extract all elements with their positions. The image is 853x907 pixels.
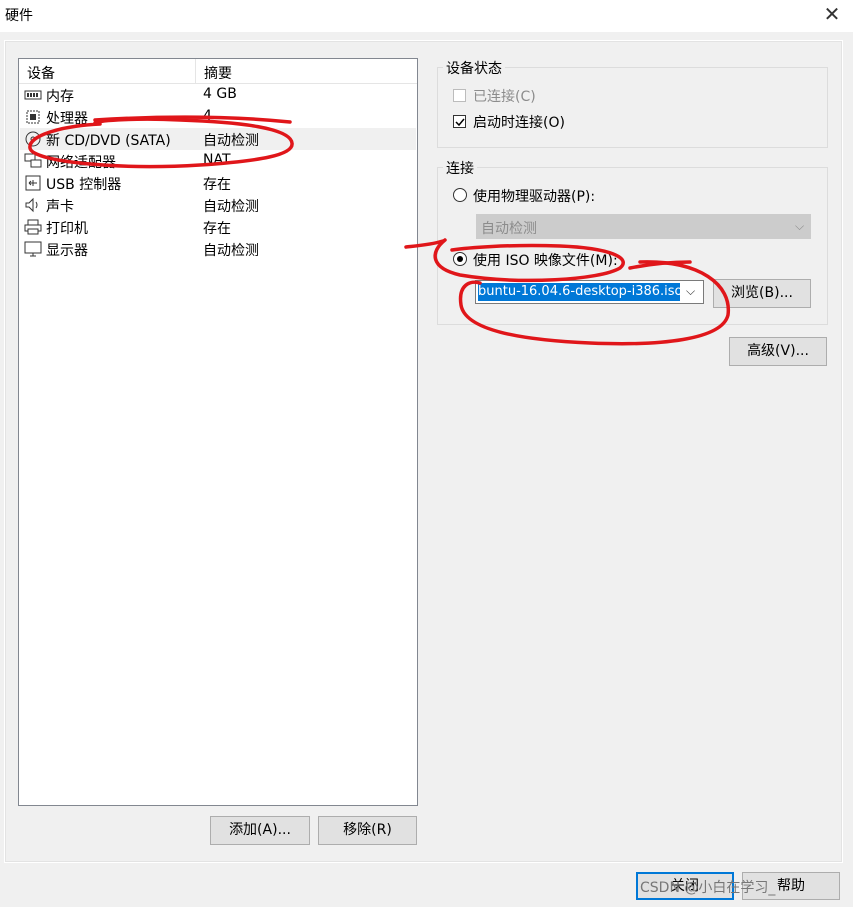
device-summary: 存在	[203, 177, 231, 193]
iso-path-combobox[interactable]: buntu-16.04.6-desktop-i386.iso ⌵	[475, 280, 704, 304]
device-name: 打印机	[46, 221, 88, 237]
device-list[interactable]: 设备 摘要 内存 4 GB 处理器 4 新 CD/DVD (SATA) 自动检测…	[18, 58, 418, 806]
device-summary: 自动检测	[203, 243, 259, 259]
iso-image-radio[interactable]	[453, 252, 467, 266]
display-icon	[24, 241, 42, 257]
connect-at-power-on-checkbox[interactable]	[453, 115, 466, 128]
connection-title: 连接	[443, 158, 477, 178]
physical-drive-radio[interactable]	[453, 188, 467, 202]
connected-label: 已连接(C)	[473, 89, 536, 105]
device-row-network-adapter[interactable]: 网络适配器 NAT	[20, 150, 416, 172]
column-separator[interactable]	[195, 59, 196, 83]
window-title: 硬件	[5, 8, 33, 24]
device-summary: 自动检测	[203, 199, 259, 215]
title-bar: 硬件 ✕	[0, 0, 853, 32]
device-status-title: 设备状态	[443, 58, 505, 78]
close-icon[interactable]: ✕	[819, 2, 845, 26]
watermark: CSDN @小白在学习_	[640, 880, 776, 896]
printer-icon	[24, 219, 42, 235]
device-row-printer[interactable]: 打印机 存在	[20, 216, 416, 238]
device-name: 内存	[46, 89, 74, 105]
device-row-display[interactable]: 显示器 自动检测	[20, 238, 416, 260]
processor-icon	[26, 110, 40, 124]
device-row-memory[interactable]: 内存 4 GB	[20, 84, 416, 106]
device-name: 处理器	[46, 111, 88, 127]
device-list-header: 设备 摘要	[19, 59, 417, 84]
device-name: 显示器	[46, 243, 88, 259]
device-name: USB 控制器	[46, 177, 122, 193]
device-summary: 自动检测	[203, 133, 259, 149]
cd-dvd-icon	[25, 131, 41, 147]
check-icon	[455, 118, 465, 127]
device-summary: 存在	[203, 221, 231, 237]
device-summary: NAT	[203, 152, 231, 168]
device-name: 新 CD/DVD (SATA)	[46, 133, 171, 149]
radio-dot	[457, 256, 463, 262]
memory-icon	[24, 90, 42, 100]
remove-button[interactable]: 移除(R)	[318, 816, 417, 845]
column-header-device[interactable]: 设备	[27, 63, 55, 83]
device-status-group	[437, 67, 828, 148]
device-row-usb-controller[interactable]: USB 控制器 存在	[20, 172, 416, 194]
device-row-cd-dvd[interactable]: 新 CD/DVD (SATA) 自动检测	[20, 128, 416, 150]
physical-drive-select[interactable]: 自动检测 ⌵	[476, 214, 811, 239]
connect-at-power-on-label: 启动时连接(O)	[473, 115, 565, 131]
browse-button[interactable]: 浏览(B)...	[713, 279, 811, 308]
device-summary: 4	[203, 108, 212, 124]
chevron-down-icon[interactable]: ⌵	[686, 284, 695, 299]
device-row-processor[interactable]: 处理器 4	[20, 106, 416, 128]
device-name: 网络适配器	[46, 155, 116, 171]
usb-controller-icon	[25, 175, 41, 191]
column-header-summary[interactable]: 摘要	[204, 63, 232, 83]
physical-drive-value: 自动检测	[481, 221, 537, 237]
physical-drive-label: 使用物理驱动器(P):	[473, 189, 596, 205]
iso-path-value[interactable]: buntu-16.04.6-desktop-i386.iso	[478, 283, 680, 301]
sound-card-icon	[25, 197, 38, 213]
connected-checkbox[interactable]	[453, 89, 466, 102]
device-row-sound-card[interactable]: 声卡 自动检测	[20, 194, 416, 216]
iso-image-label: 使用 ISO 映像文件(M):	[473, 253, 618, 269]
network-adapter-icon	[24, 153, 42, 168]
device-name: 声卡	[46, 199, 74, 215]
add-button[interactable]: 添加(A)...	[210, 816, 310, 845]
advanced-button[interactable]: 高级(V)...	[729, 337, 827, 366]
device-summary: 4 GB	[203, 86, 237, 102]
chevron-down-icon: ⌵	[795, 219, 805, 233]
